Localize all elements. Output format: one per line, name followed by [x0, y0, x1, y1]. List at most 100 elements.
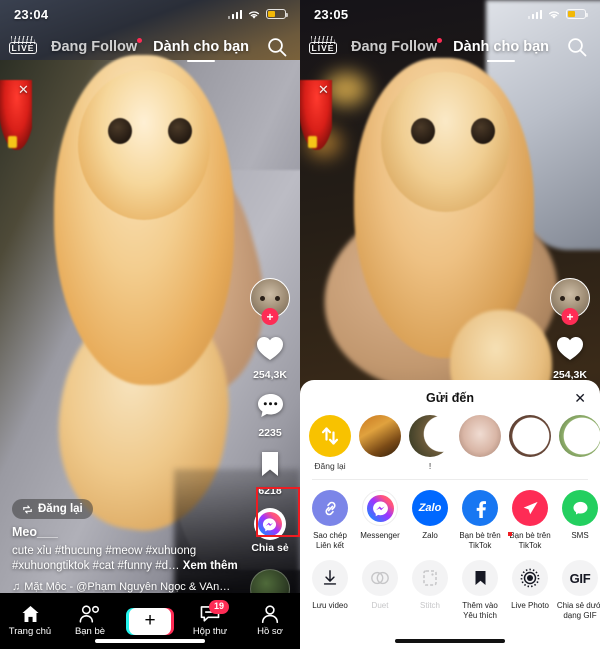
music-info[interactable]: ♫ Mặt Mộc - @Phạm Nguyên Ngọc & VAn… [12, 581, 240, 593]
share-apps-row: Sao chép Liên kết Messenger Zalo Zalo Bạ… [300, 480, 600, 551]
live-photo-icon [512, 560, 548, 597]
right-phone-panel: 23:05 LIVE Đang Follow Dành cho bạn ✕ + … [300, 0, 600, 649]
close-x-icon[interactable]: ✕ [18, 82, 29, 98]
comment-count: 2235 [258, 427, 282, 439]
caption-text: cute xỉu #thucung #meow #xuhuong #xuhuon… [12, 544, 197, 573]
follow-button[interactable]: + [261, 308, 279, 325]
contact-avatar[interactable]: ! [406, 415, 454, 471]
action-rail-right: + 254,3K [550, 278, 590, 392]
friends-icon [79, 605, 100, 623]
share-button[interactable]: Chia sẻ [251, 508, 289, 554]
action-live-photo[interactable]: Live Photo [506, 560, 554, 621]
nav-item-create[interactable]: + [123, 607, 177, 635]
download-icon [312, 560, 348, 597]
nav-item-profile[interactable]: Hồ sơ [243, 605, 297, 637]
repost-icon [23, 504, 32, 514]
caption-username[interactable]: Meo___ [12, 525, 240, 539]
stitch-icon [412, 560, 448, 597]
action-save-video[interactable]: Lưu video [306, 560, 354, 621]
duet-icon [362, 560, 398, 597]
action-stitch[interactable]: Stitch [406, 560, 454, 621]
home-indicator-right [395, 639, 505, 643]
action-add-favorite[interactable]: Thêm vào Yêu thích [456, 560, 504, 621]
gif-icon: GIF [562, 560, 598, 597]
top-tab-bar-right: LIVE Đang Follow Dành cho bạn [300, 32, 600, 66]
contacts-row: Đăng lại ! [300, 405, 600, 471]
zalo-icon: Zalo [412, 490, 448, 527]
battery-icon [266, 9, 288, 19]
tab-foryou[interactable]: Dành cho bạn [453, 39, 549, 59]
battery-icon [566, 9, 588, 19]
like-count: 254,3K [253, 369, 287, 381]
bookmark-button[interactable]: 6218 [258, 450, 282, 497]
author-avatar[interactable]: + [550, 278, 590, 325]
inbox-badge: 19 [208, 600, 229, 614]
author-avatar[interactable]: + [250, 278, 290, 325]
contact-repost[interactable]: Đăng lại [306, 415, 354, 471]
share-sheet-title: Gửi đến [426, 391, 474, 405]
action-rail-left: + 254,3K 2235 6218 Chia sẻ [250, 278, 290, 609]
like-button[interactable]: 254,3K [253, 334, 287, 381]
music-note-icon: ♫ [12, 581, 21, 593]
share-actions-row: Lưu video Duet Stitch Thêm vào Yêu thích… [300, 551, 600, 621]
comment-button[interactable]: 2235 [256, 392, 285, 439]
heart-icon [255, 334, 285, 367]
repost-icon [309, 415, 351, 457]
profile-icon [261, 605, 279, 623]
share-app-messenger[interactable]: Messenger [356, 490, 404, 551]
notification-dot-icon [437, 38, 443, 43]
feed-tabs: Đang Follow Dành cho bạn [351, 38, 549, 59]
share-app-facebook[interactable]: Bạn bè trên TikTok [456, 490, 504, 551]
live-button[interactable]: LIVE [308, 34, 338, 62]
video-caption: Meo___ cute xỉu #thucung #meow #xuhuong … [12, 525, 240, 593]
contact-avatar[interactable] [506, 415, 554, 461]
home-icon [21, 605, 39, 623]
nav-item-home[interactable]: Trang chủ [3, 605, 57, 637]
share-app-tiktok-friends[interactable]: Bạn bè trên TikTok [506, 490, 554, 551]
wifi-icon [548, 10, 560, 19]
home-indicator-left [95, 639, 205, 643]
status-bar-right: 23:05 [300, 0, 600, 28]
comment-icon [256, 392, 285, 425]
bookmark-icon [462, 560, 498, 597]
feed-tabs: Đang Follow Dành cho bạn [51, 38, 249, 59]
close-x-icon[interactable]: ✕ [318, 82, 329, 98]
repost-chip[interactable]: Đăng lại [12, 499, 93, 519]
share-app-sms[interactable]: SMS [556, 490, 600, 551]
notification-dot-icon [137, 38, 143, 43]
status-time: 23:05 [314, 6, 349, 22]
live-button[interactable]: LIVE [8, 34, 38, 62]
tab-foryou[interactable]: Dành cho bạn [153, 39, 249, 59]
screenshot-stage: 23:04 LIVE Đang Follow Dành cho bạn ✕ + … [0, 0, 600, 649]
contact-avatar[interactable] [556, 415, 600, 461]
signal-icon [527, 9, 542, 19]
bookmark-count: 6218 [258, 485, 282, 497]
search-icon[interactable] [266, 36, 288, 58]
messenger-share-icon [253, 508, 286, 540]
action-share-gif[interactable]: GIF Chia sẻ dưới dạng GIF [556, 560, 600, 621]
contact-avatar[interactable] [356, 415, 404, 461]
like-button[interactable]: 254,3K [553, 334, 587, 381]
share-app-copy-link[interactable]: Sao chép Liên kết [306, 490, 354, 551]
search-icon[interactable] [566, 36, 588, 58]
follow-button[interactable]: + [561, 308, 579, 325]
nav-item-friends[interactable]: Bạn bè [63, 605, 117, 637]
wifi-icon [248, 10, 260, 19]
share-sheet: Gửi đến ✕ Đăng lại ! Sao chép Liên kết M… [300, 380, 600, 649]
heart-icon [555, 334, 585, 367]
bookmark-icon [258, 450, 282, 483]
nav-item-inbox[interactable]: 19 Hộp thư [183, 600, 237, 637]
create-plus-icon: + [126, 607, 174, 635]
tab-following[interactable]: Đang Follow [51, 38, 143, 59]
signal-icon [227, 9, 242, 19]
contact-avatar[interactable] [456, 415, 504, 461]
close-icon[interactable]: ✕ [574, 390, 586, 407]
see-more-link[interactable]: Xem thêm [183, 560, 238, 572]
share-app-zalo[interactable]: Zalo Zalo [406, 490, 454, 551]
action-duet[interactable]: Duet [356, 560, 404, 621]
sms-icon [562, 490, 598, 527]
send-icon [512, 490, 548, 527]
messenger-icon [362, 490, 398, 527]
status-bar-left: 23:04 [0, 0, 300, 28]
tab-following[interactable]: Đang Follow [351, 38, 443, 59]
